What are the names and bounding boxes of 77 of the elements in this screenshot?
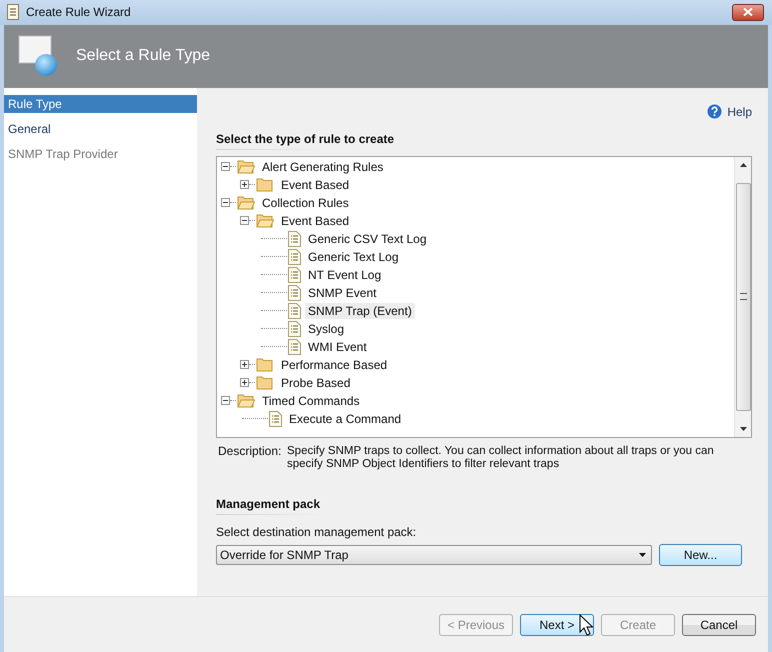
help-link[interactable]: Help bbox=[707, 104, 752, 120]
tree-item[interactable]: Event Based bbox=[278, 176, 352, 193]
scrollbar[interactable] bbox=[734, 156, 751, 437]
open-folder-icon bbox=[256, 213, 274, 228]
tree-connector bbox=[249, 382, 255, 384]
tree-connector bbox=[230, 400, 236, 402]
expander-icon[interactable] bbox=[240, 216, 249, 226]
open-folder-icon bbox=[237, 159, 255, 174]
section-heading: Select the type of rule to create bbox=[216, 130, 396, 146]
tree-connector bbox=[249, 220, 255, 222]
tree-item[interactable]: Execute a Command bbox=[286, 410, 404, 427]
tree-connector bbox=[249, 184, 255, 186]
new-button[interactable]: New... bbox=[659, 544, 742, 566]
expander-icon[interactable] bbox=[221, 198, 230, 208]
tree-connector bbox=[261, 292, 287, 294]
document-list-icon bbox=[288, 284, 301, 301]
description-text: Specify SNMP traps to collect. You can collect information about all traps or you can specify SNMP Object Identifiers to filter relevant traps bbox=[287, 444, 715, 471]
scroll-up-icon[interactable] bbox=[740, 162, 746, 167]
dropdown-caret-icon bbox=[639, 552, 646, 557]
mouse-pointer-icon bbox=[579, 614, 593, 636]
tree-item[interactable]: Generic CSV Text Log bbox=[305, 230, 430, 247]
document-list-icon bbox=[288, 338, 301, 355]
document-list-icon bbox=[269, 410, 282, 427]
document-list-icon bbox=[288, 266, 301, 283]
tree-item[interactable]: SNMP Event bbox=[305, 284, 380, 301]
tree-item[interactable]: Alert Generating Rules bbox=[259, 158, 386, 175]
page-title: Select a Rule Type bbox=[76, 47, 210, 66]
tree-item[interactable]: Event Based bbox=[278, 212, 352, 229]
folder-icon bbox=[256, 357, 274, 372]
tree-item[interactable]: Collection Rules bbox=[259, 194, 352, 211]
management-pack-dropdown[interactable]: Override for SNMP Trap bbox=[216, 544, 652, 565]
tree-item[interactable]: Generic Text Log bbox=[305, 248, 402, 265]
sidebar-item[interactable]: General bbox=[4, 120, 197, 138]
expander-icon[interactable] bbox=[221, 396, 230, 406]
tree-connector bbox=[261, 238, 287, 240]
document-list-icon bbox=[288, 248, 301, 265]
expander-icon[interactable] bbox=[240, 378, 249, 388]
tree-item[interactable]: Syslog bbox=[305, 320, 348, 337]
tree-connector bbox=[261, 310, 287, 312]
expander-icon[interactable] bbox=[240, 360, 249, 370]
tree-item[interactable]: Probe Based bbox=[278, 374, 354, 391]
field-label: Select destination management pack: bbox=[216, 524, 418, 539]
document-icon bbox=[6, 4, 20, 20]
tree-connector bbox=[242, 418, 268, 420]
window-title: Create Rule Wizard bbox=[26, 5, 132, 20]
tree-connector bbox=[261, 274, 287, 276]
help-icon bbox=[707, 104, 722, 120]
description-label: Description: bbox=[218, 444, 282, 460]
section-heading: Management pack bbox=[216, 496, 322, 511]
tree-connector bbox=[261, 328, 287, 330]
close-button[interactable] bbox=[732, 4, 764, 21]
tree-connector bbox=[261, 346, 287, 348]
open-folder-icon bbox=[237, 393, 255, 408]
window-with-globe-icon bbox=[18, 35, 58, 78]
expander-icon[interactable] bbox=[240, 180, 249, 190]
tree-connector bbox=[249, 364, 255, 366]
tree-item[interactable]: NT Event Log bbox=[305, 266, 384, 283]
sidebar-item[interactable]: Rule Type bbox=[4, 94, 197, 113]
close-icon bbox=[743, 8, 753, 16]
document-list-icon bbox=[288, 230, 301, 247]
tree-item[interactable]: SNMP Trap (Event) bbox=[305, 302, 415, 319]
expander-icon[interactable] bbox=[221, 162, 230, 172]
document-list-icon bbox=[288, 320, 301, 337]
document-list-icon bbox=[288, 302, 301, 319]
tree-connector bbox=[230, 202, 236, 204]
scroll-thumb[interactable] bbox=[736, 182, 750, 411]
folder-icon bbox=[256, 375, 274, 390]
wizard-button[interactable]: Next > bbox=[520, 614, 594, 636]
tree-connector bbox=[230, 166, 236, 168]
open-folder-icon bbox=[237, 195, 255, 210]
tree-item[interactable]: Timed Commands bbox=[259, 392, 363, 409]
scroll-down-icon[interactable] bbox=[740, 426, 746, 431]
tree-item[interactable]: Performance Based bbox=[278, 356, 390, 373]
folder-icon bbox=[256, 177, 274, 192]
tree-item[interactable]: WMI Event bbox=[305, 338, 370, 355]
tree-connector bbox=[261, 256, 287, 258]
wizard-button[interactable]: Cancel bbox=[682, 614, 756, 636]
